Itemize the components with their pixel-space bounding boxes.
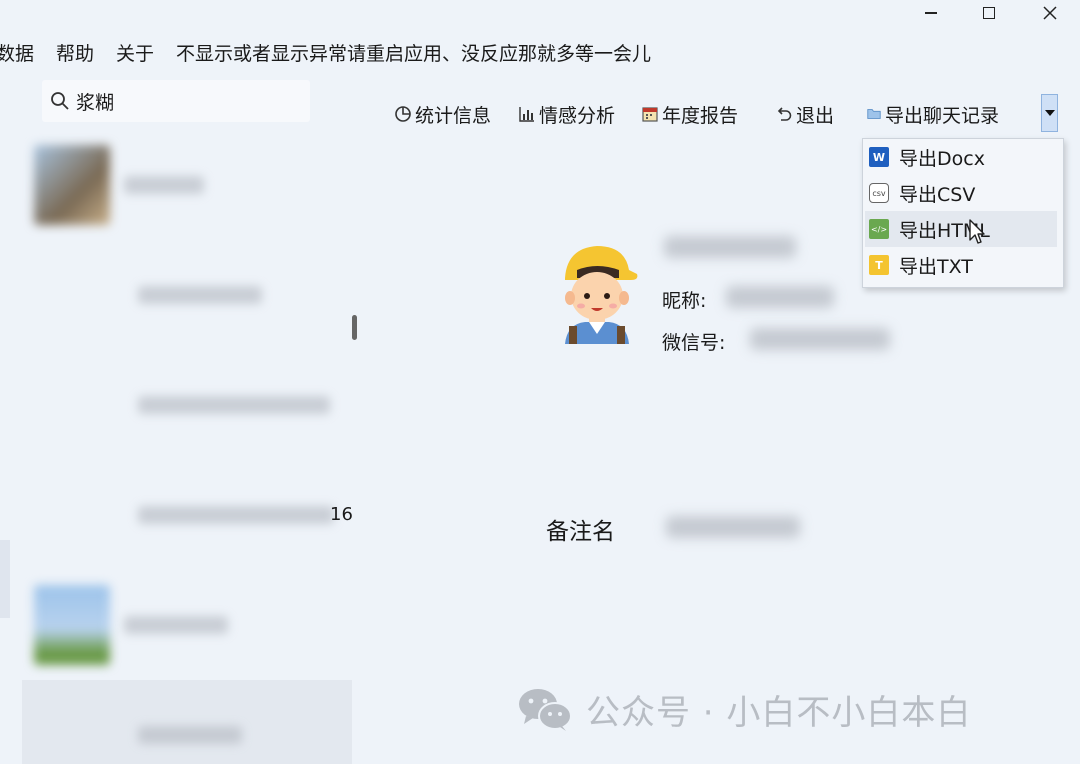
export-txt-label: 导出TXT: [899, 255, 973, 278]
minimize-button[interactable]: [908, 0, 954, 26]
mouse-cursor-icon: [969, 219, 985, 244]
pie-chart-icon: [395, 106, 411, 122]
contact-item-selected[interactable]: [22, 680, 352, 764]
wechat-logo-icon: [519, 689, 572, 731]
remark-label: 备注名: [546, 519, 615, 545]
search-value: 浆糊: [76, 91, 115, 114]
menu-help[interactable]: 帮助: [56, 39, 94, 66]
contact-item[interactable]: [22, 130, 352, 240]
export-docx-item[interactable]: W 导出Docx: [865, 139, 1057, 175]
nickname-label: 昵称:: [662, 290, 707, 312]
profile-name: [664, 236, 796, 258]
txt-icon: T: [869, 255, 889, 275]
left-edge-panel: [0, 540, 10, 618]
folder-icon: [867, 109, 881, 119]
sentiment-button[interactable]: 情感分析: [518, 96, 615, 132]
contact-name: [138, 726, 242, 744]
contact-name: [138, 396, 330, 414]
export-chat-label: 导出聊天记录: [885, 104, 1000, 127]
export-chat-button[interactable]: 导出聊天记录: [866, 96, 999, 132]
contact-item[interactable]: 16: [22, 460, 353, 570]
profile-avatar: [565, 246, 638, 344]
menu-bar: 数据 帮助 关于 不显示或者显示异常请重启应用、没反应那就多等一会儿: [0, 36, 673, 68]
bar-chart-icon: [519, 107, 534, 122]
stats-button[interactable]: 统计信息: [394, 96, 491, 132]
remark-value: [666, 516, 800, 538]
contact-name: [124, 616, 228, 634]
search-icon: [51, 92, 69, 110]
maximize-icon: [983, 7, 995, 19]
contact-item[interactable]: [22, 240, 352, 350]
contact-avatar: [34, 145, 110, 225]
contact-item[interactable]: [22, 350, 352, 460]
word-icon: W: [869, 147, 889, 167]
contact-name: [124, 176, 204, 194]
contact-item[interactable]: [22, 570, 352, 680]
contact-suffix: 16: [330, 504, 353, 525]
contact-list[interactable]: 16: [22, 130, 354, 764]
contact-name: [138, 506, 334, 524]
minimize-icon: [925, 12, 937, 14]
exit-button[interactable]: 退出: [775, 96, 834, 132]
contact-name: [138, 286, 262, 304]
watermark: 公众号 · 小白不小白本白: [516, 685, 971, 733]
csv-icon: csv: [869, 183, 889, 203]
stats-label: 统计信息: [415, 104, 492, 127]
search-input[interactable]: 浆糊: [42, 80, 310, 122]
export-dropdown-toggle[interactable]: [1041, 94, 1058, 132]
undo-icon: [777, 107, 792, 121]
sentiment-label: 情感分析: [539, 104, 616, 127]
export-csv-label: 导出CSV: [899, 183, 976, 206]
title-bar: [0, 0, 1080, 30]
nickname-value: [726, 286, 834, 308]
contact-list-scrollbar[interactable]: [352, 315, 357, 340]
close-button[interactable]: [1027, 0, 1073, 26]
menu-notice[interactable]: 不显示或者显示异常请重启应用、没反应那就多等一会儿: [176, 39, 651, 66]
close-icon: [1043, 6, 1057, 20]
calendar-icon: [642, 107, 658, 122]
export-docx-label: 导出Docx: [899, 147, 985, 170]
maximize-button[interactable]: [966, 0, 1012, 26]
exit-label: 退出: [796, 104, 835, 127]
chevron-down-icon: [1044, 110, 1055, 116]
annual-report-label: 年度报告: [662, 104, 739, 127]
wechat-id-value: [750, 328, 890, 350]
html-icon: </>: [869, 219, 889, 239]
contact-avatar: [34, 585, 110, 665]
menu-data[interactable]: 数据: [0, 39, 34, 66]
export-txt-item[interactable]: T 导出TXT: [865, 247, 1057, 283]
watermark-text: 公众号 · 小白不小白本白: [586, 692, 972, 733]
annual-report-button[interactable]: 年度报告: [641, 96, 738, 132]
menu-about[interactable]: 关于: [116, 39, 154, 66]
wechat-id-label: 微信号:: [662, 332, 726, 354]
export-html-item[interactable]: </> 导出HTML: [865, 211, 1057, 247]
export-menu: W 导出Docx csv 导出CSV </> 导出HTML T 导出TXT: [862, 138, 1064, 288]
export-csv-item[interactable]: csv 导出CSV: [865, 175, 1057, 211]
